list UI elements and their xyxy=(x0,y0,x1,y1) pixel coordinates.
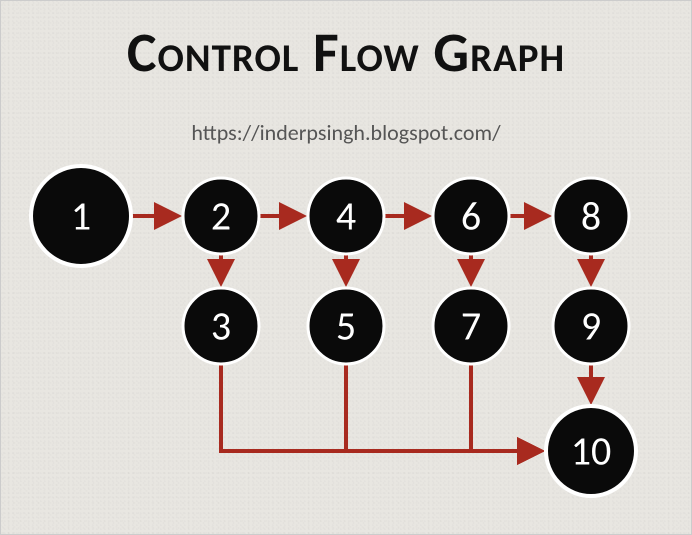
node-1: 1 xyxy=(31,166,131,266)
node-7: 7 xyxy=(433,288,509,364)
node-label: 2 xyxy=(211,192,231,241)
node-8: 8 xyxy=(553,178,629,254)
node-label: 8 xyxy=(581,192,601,241)
edge-3-to-10 xyxy=(221,364,541,451)
node-label: 7 xyxy=(461,302,481,351)
edge-5-to-10 xyxy=(346,364,541,451)
node-5: 5 xyxy=(308,288,384,364)
node-label: 3 xyxy=(211,302,231,351)
node-label: 9 xyxy=(581,302,601,351)
node-label: 1 xyxy=(71,192,91,241)
node-label: 5 xyxy=(336,302,356,351)
diagram-subtitle: https://inderpsingh.blogspot.com/ xyxy=(1,119,691,146)
node-label: 4 xyxy=(336,192,356,241)
node-10: 10 xyxy=(546,406,636,496)
node-label: 10 xyxy=(571,427,612,476)
node-label: 6 xyxy=(461,192,481,241)
node-9: 9 xyxy=(553,288,629,364)
control-flow-graph: 1 2 3 4 5 6 7 8 9 10 xyxy=(1,151,692,521)
node-6: 6 xyxy=(433,178,509,254)
node-4: 4 xyxy=(308,178,384,254)
edge-7-to-10 xyxy=(471,364,541,451)
node-3: 3 xyxy=(183,288,259,364)
node-2: 2 xyxy=(183,178,259,254)
diagram-title: Control Flow Graph xyxy=(1,19,691,87)
